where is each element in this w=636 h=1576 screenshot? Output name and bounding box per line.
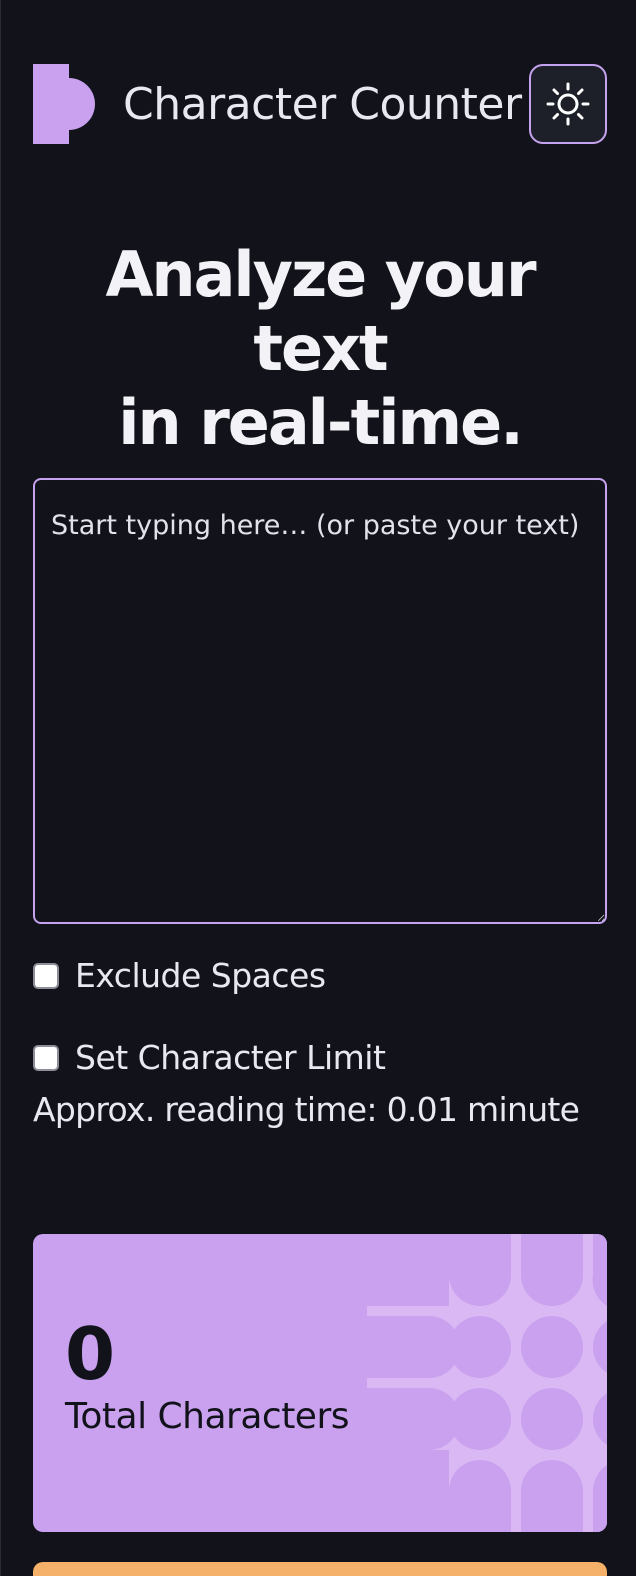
headline-line-2: in real-time. — [118, 386, 524, 459]
total-characters-card: 0 Total Characters — [33, 1234, 607, 1532]
text-input-area[interactable] — [33, 478, 607, 924]
exclude-spaces-label: Exclude Spaces — [75, 956, 326, 995]
exclude-spaces-checkbox[interactable] — [33, 962, 59, 989]
app-title: Character Counter — [123, 78, 522, 130]
card-pattern-decoration — [367, 1234, 607, 1532]
page-headline: Analyze your text in real-time. — [33, 238, 607, 460]
exclude-spaces-option[interactable]: Exclude Spaces — [33, 956, 326, 995]
headline-line-1: Analyze your text — [105, 238, 536, 385]
total-characters-label: Total Characters — [65, 1396, 350, 1437]
theme-toggle-button[interactable] — [529, 64, 607, 144]
character-limit-option[interactable]: Set Character Limit — [33, 1038, 386, 1077]
total-characters-value: 0 — [65, 1312, 116, 1396]
sun-icon — [546, 82, 590, 126]
reading-time-text: Approx. reading time: 0.01 minute — [33, 1090, 580, 1129]
half-circle-logo-icon — [33, 64, 95, 144]
character-limit-checkbox[interactable] — [33, 1044, 59, 1071]
app-header: Character Counter — [33, 64, 607, 144]
character-limit-label: Set Character Limit — [75, 1038, 386, 1077]
word-count-card — [33, 1562, 607, 1576]
